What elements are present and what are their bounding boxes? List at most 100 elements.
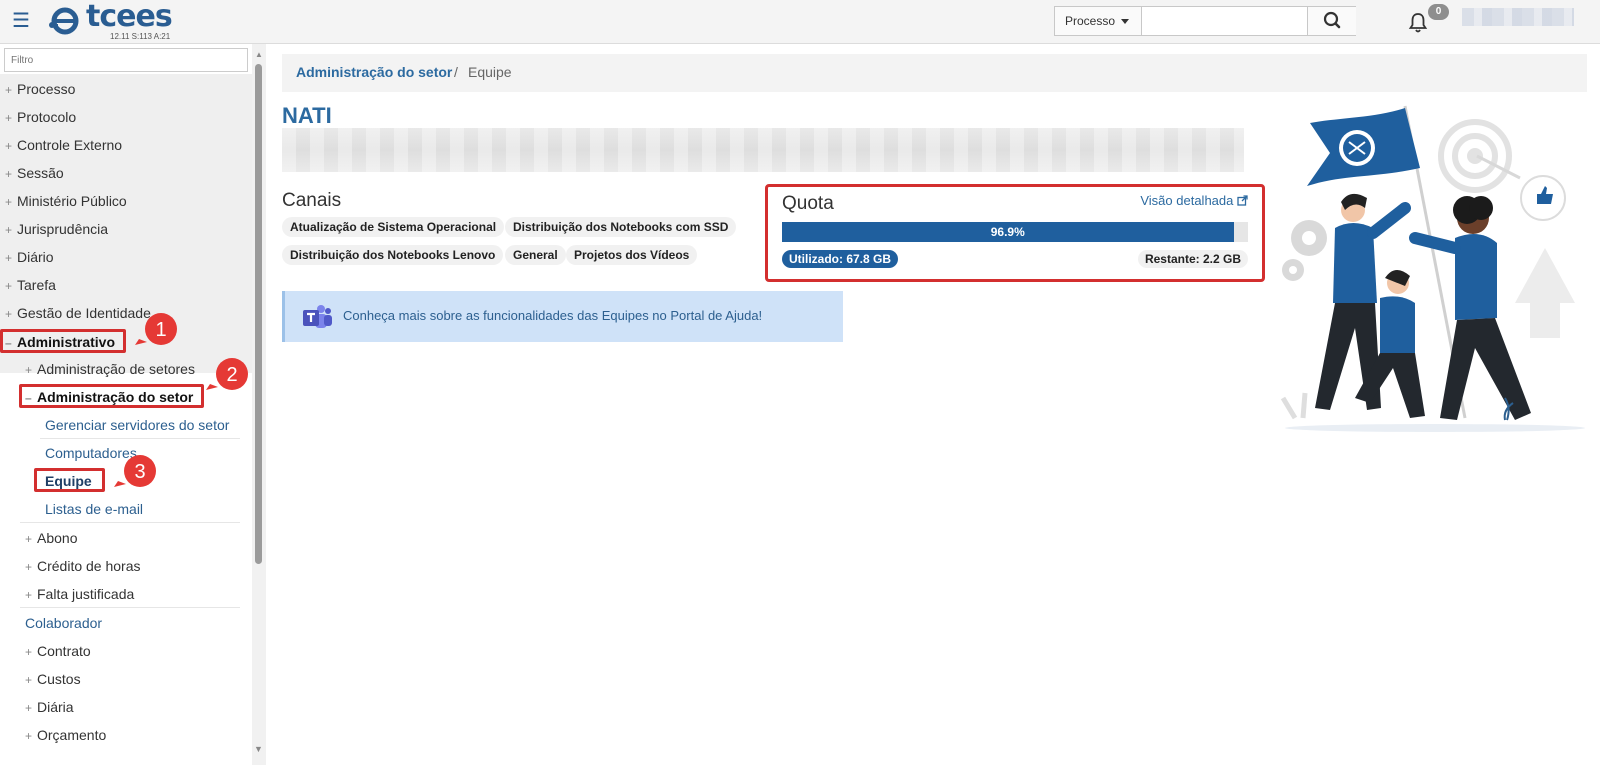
- channel-chip[interactable]: General: [505, 245, 566, 265]
- plus-icon: +: [25, 532, 33, 546]
- annotation-callout-3: 3: [114, 455, 156, 487]
- plus-icon: +: [5, 167, 13, 181]
- breadcrumb: Administração do setor / Equipe: [282, 54, 1587, 92]
- svg-text:2: 2: [226, 364, 237, 386]
- sidebar-item-jurisprudencia[interactable]: + Jurisprudência: [5, 221, 108, 237]
- sidebar-item-abono[interactable]: + Abono: [25, 530, 77, 546]
- sidebar-item-label: Gestão de Identidade: [17, 305, 151, 321]
- app-logo[interactable]: tcees 12.11 S:113 A:21: [44, 0, 184, 43]
- divider: [20, 607, 240, 608]
- sidebar-item-label: Sessão: [17, 165, 64, 181]
- sidebar-link-gerenciar-servidores[interactable]: Gerenciar servidores do setor: [45, 417, 229, 433]
- plus-icon: +: [25, 673, 33, 687]
- search-type-label: Processo: [1065, 14, 1116, 28]
- plus-icon: +: [25, 729, 33, 743]
- sidebar-item-label: Protocolo: [17, 109, 77, 125]
- plus-icon: +: [5, 83, 13, 97]
- sidebar-item-ministerio-publico[interactable]: + Ministério Público: [5, 193, 127, 209]
- channel-chip[interactable]: Distribuição dos Notebooks com SSD: [505, 217, 737, 237]
- scroll-up-icon[interactable]: ▲: [255, 50, 263, 59]
- sidebar-item-label: Diária: [37, 699, 74, 715]
- user-menu[interactable]: [1462, 8, 1574, 26]
- annotation-callout-2: 2: [206, 358, 248, 390]
- sidebar-item-protocolo[interactable]: + Protocolo: [5, 109, 76, 125]
- plus-icon: +: [5, 111, 13, 125]
- sidebar-item-label: Diário: [17, 249, 54, 265]
- plus-icon: +: [5, 223, 13, 237]
- sidebar-item-label: Orçamento: [37, 727, 107, 743]
- channel-chip[interactable]: Atualização de Sistema Operacional: [282, 217, 505, 237]
- page-title: NATI: [282, 103, 332, 128]
- teams-icon: [303, 305, 332, 328]
- sidebar-item-processo[interactable]: + Processo: [5, 81, 75, 97]
- plus-icon: +: [5, 251, 13, 265]
- sidebar-item-label: Processo: [17, 81, 76, 97]
- sidebar-item-label: Controle Externo: [17, 137, 123, 153]
- sidebar-item-diario[interactable]: + Diário: [5, 249, 54, 265]
- used-badge: Utilizado: 67.8 GB: [782, 250, 899, 268]
- notification-badge: 0: [1428, 4, 1449, 20]
- menu-icon[interactable]: ☰: [12, 11, 30, 31]
- plus-icon: +: [25, 701, 33, 715]
- breadcrumb-current: Equipe: [468, 64, 512, 80]
- help-banner: Conheça mais sobre as funcionalidades da…: [282, 291, 843, 342]
- sidebar-item-label: Tarefa: [17, 277, 56, 293]
- sidebar-item-tarefa[interactable]: + Tarefa: [5, 277, 56, 293]
- team-illustration: [1280, 105, 1585, 432]
- sidebar-link-colaborador[interactable]: Colaborador: [25, 615, 102, 631]
- bell-icon[interactable]: [1408, 12, 1428, 34]
- channels-heading: Canais: [282, 190, 342, 211]
- plus-icon: +: [25, 363, 33, 377]
- sidebar-item-falta-justificada[interactable]: + Falta justificada: [25, 586, 134, 602]
- channel-chip[interactable]: Distribuição dos Notebooks Lenovo: [282, 245, 504, 265]
- detailed-view-link[interactable]: Visão detalhada: [1140, 193, 1248, 208]
- search-input[interactable]: [1143, 7, 1307, 35]
- sidebar-item-orcamento[interactable]: + Orçamento: [25, 727, 106, 743]
- divider: [40, 438, 240, 439]
- plus-icon: +: [5, 195, 13, 209]
- logo-mark-icon: [49, 7, 79, 35]
- sidebar-item-contrato[interactable]: + Contrato: [25, 643, 91, 659]
- sidebar-item-administracao-setores[interactable]: + Administração de setores: [25, 361, 195, 377]
- quota-panel: Quota Visão detalhada 96.9% Utilizado: 6…: [765, 184, 1265, 282]
- annotation-box-3: [34, 468, 105, 492]
- sidebar-item-label: Contrato: [37, 643, 91, 659]
- search-button[interactable]: [1307, 7, 1356, 35]
- sidebar-item-diaria[interactable]: + Diária: [25, 699, 74, 715]
- plus-icon: +: [25, 588, 33, 602]
- breadcrumb-separator: /: [454, 64, 458, 80]
- remaining-badge: Restante: 2.2 GB: [1137, 250, 1248, 268]
- help-banner-link[interactable]: Conheça mais sobre as funcionalidades da…: [343, 308, 762, 323]
- plus-icon: +: [5, 279, 13, 293]
- channel-chip[interactable]: Projetos dos Vídeos: [566, 245, 698, 265]
- sidebar-item-custos[interactable]: + Custos: [25, 671, 81, 687]
- plus-icon: +: [5, 139, 13, 153]
- annotation-box-2: [19, 384, 204, 408]
- sidebar-item-label: Abono: [37, 530, 78, 546]
- quota-progress-fill: 96.9%: [782, 222, 1234, 242]
- search-type-select[interactable]: Processo: [1055, 7, 1142, 35]
- search-bar: Processo: [1054, 6, 1356, 36]
- scroll-down-icon[interactable]: ▼: [254, 744, 263, 754]
- sidebar-item-controle-externo[interactable]: + Controle Externo: [5, 137, 122, 153]
- quota-progress-bar: 96.9%: [782, 222, 1248, 242]
- sidebar-item-label: Ministério Público: [17, 193, 127, 209]
- sidebar-item-credito-horas[interactable]: + Crédito de horas: [25, 558, 141, 574]
- sidebar-filter-input[interactable]: [4, 48, 248, 72]
- sidebar: + Processo + Protocolo + Controle Externo +…: [0, 44, 266, 765]
- search-icon: [1323, 11, 1341, 29]
- divider: [20, 522, 240, 523]
- sidebar-item-label: Administração de setores: [37, 361, 195, 377]
- annotation-callout-1: 1: [135, 313, 177, 345]
- breadcrumb-parent-link[interactable]: Administração do setor: [296, 64, 452, 80]
- sidebar-scroll-thumb[interactable]: [255, 64, 262, 564]
- sidebar-item-sessao[interactable]: + Sessão: [5, 165, 64, 181]
- sidebar-link-listas-email[interactable]: Listas de e-mail: [45, 501, 143, 517]
- sidebar-item-gestao-identidade[interactable]: + Gestão de Identidade: [5, 305, 151, 321]
- sidebar-item-label: Custos: [37, 671, 81, 687]
- svg-text:3: 3: [134, 461, 145, 483]
- sidebar-item-label: Falta justificada: [37, 586, 135, 602]
- external-link-icon: [1237, 195, 1248, 206]
- version-label: 12.11 S:113 A:21: [110, 32, 171, 41]
- annotation-box-1: [0, 329, 126, 353]
